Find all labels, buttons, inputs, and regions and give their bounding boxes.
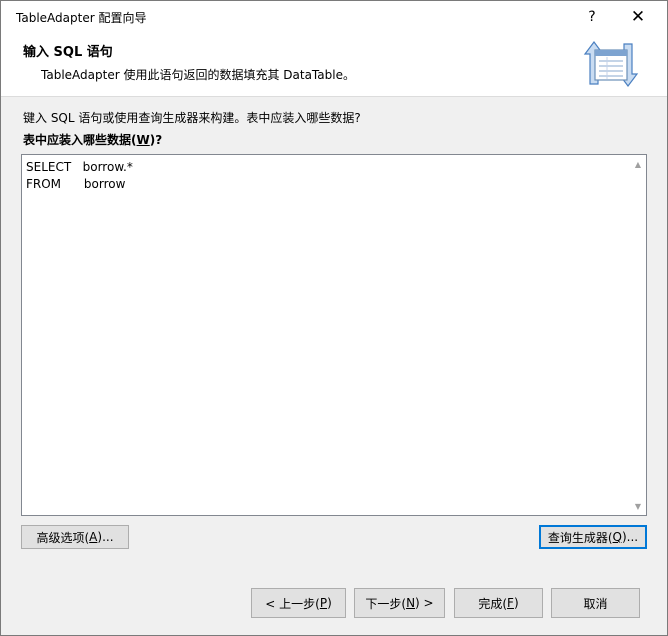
back-button-mnemonic: P	[319, 596, 328, 610]
page-title: 输入 SQL 语句	[23, 45, 113, 60]
page-description: TableAdapter 使用此语句返回的数据填充其 DataTable。	[41, 68, 355, 82]
next-button-mnemonic: N	[406, 596, 416, 610]
finish-button-label: 完成(	[478, 596, 508, 611]
footer-bar: < 上一步(P) 下一步(N) > 完成(F) 取消	[1, 564, 667, 635]
title-bar: TableAdapter 配置向导 ? ✕	[1, 1, 667, 32]
sql-label-mnemonic: W	[136, 133, 150, 147]
query-builder-button[interactable]: 查询生成器(Q)...	[539, 525, 647, 549]
scroll-up-arrow-icon[interactable]: ▲	[630, 156, 646, 172]
sql-label-text: 表中应装入哪些数据(	[23, 133, 137, 147]
close-button[interactable]: ✕	[615, 1, 661, 32]
next-button-suffix: ) >	[415, 596, 434, 610]
sql-label: 表中应装入哪些数据(W)?	[23, 131, 162, 148]
advanced-options-suffix: )...	[97, 530, 114, 544]
help-button[interactable]: ?	[569, 1, 615, 32]
finish-button[interactable]: 完成(F)	[454, 588, 543, 618]
next-button[interactable]: 下一步(N) >	[354, 588, 445, 618]
vertical-scrollbar[interactable]: ▲ ▼	[630, 155, 646, 515]
back-button-label: < 上一步(	[265, 596, 320, 611]
query-builder-mnemonic: Q	[612, 530, 622, 544]
query-builder-label: 查询生成器(	[547, 530, 613, 545]
finish-button-suffix: )	[513, 596, 519, 610]
instruction-text: 键入 SQL 语句或使用查询生成器来构建。表中应装入哪些数据?	[23, 111, 361, 125]
sql-text[interactable]: SELECT borrow.* FROM borrow	[26, 159, 133, 193]
back-button[interactable]: < 上一步(P)	[251, 588, 346, 618]
query-builder-suffix: )...	[622, 530, 639, 544]
next-button-label: 下一步(	[365, 596, 407, 611]
cancel-button[interactable]: 取消	[551, 588, 640, 618]
sql-label-suffix: )?	[149, 133, 163, 147]
advanced-options-label: 高级选项(	[36, 530, 90, 545]
scroll-down-arrow-icon[interactable]: ▼	[630, 498, 646, 514]
table-adapter-icon	[583, 41, 639, 87]
finish-button-mnemonic: F	[507, 596, 514, 610]
advanced-options-button[interactable]: 高级选项(A)...	[21, 525, 129, 549]
window-title: TableAdapter 配置向导	[16, 11, 147, 25]
advanced-options-mnemonic: A	[89, 530, 98, 544]
back-button-suffix: )	[327, 596, 332, 610]
wizard-header: 输入 SQL 语句 TableAdapter 使用此语句返回的数据填充其 Dat…	[1, 32, 667, 97]
dialog-window: TableAdapter 配置向导 ? ✕ 输入 SQL 语句 TableAda…	[0, 0, 668, 636]
sql-text-area[interactable]: SELECT borrow.* FROM borrow ▲ ▼	[21, 154, 647, 516]
